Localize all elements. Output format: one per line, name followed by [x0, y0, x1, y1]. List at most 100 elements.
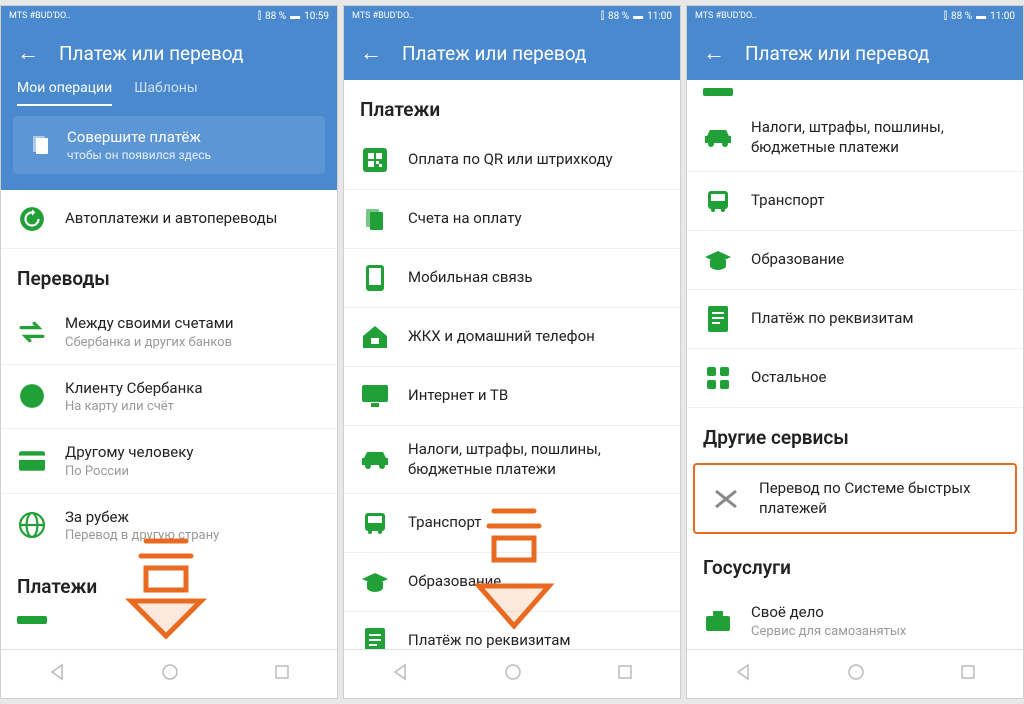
car-icon [360, 445, 390, 475]
item-label: Платёж по реквизитам [408, 631, 664, 649]
vibrate-icon: ⫿ [601, 11, 604, 22]
autopay-item[interactable]: Автоплатежи и автопереводы [1, 190, 337, 249]
battery: 88 % [608, 11, 629, 22]
own-accounts-item[interactable]: Между своими счетами Сбербанка и других … [1, 300, 337, 365]
back-arrow-icon[interactable]: ← [360, 40, 382, 66]
taxes-item[interactable]: Налоги, штрафы, пошлины, бюджетные плате… [687, 104, 1023, 172]
nav-home-icon[interactable] [160, 662, 180, 686]
nav-home-icon[interactable] [503, 662, 523, 686]
abroad-item[interactable]: За рубеж Перевод в другую страну [1, 494, 337, 558]
battery-icon: ▬ [290, 11, 300, 22]
item-label: За рубеж [65, 508, 321, 528]
own-business-item[interactable]: Своё дело Сервис для самозанятых [687, 589, 1023, 649]
promo-banner[interactable]: Совершите платёж чтобы он появился здесь [13, 116, 325, 174]
item-label: Платёж по реквизитам [751, 309, 1007, 329]
requisites-item[interactable]: Платёж по реквизитам [687, 290, 1023, 349]
section-payments: Платежи [1, 557, 337, 608]
partial-item [1, 608, 337, 632]
section-gosuslugi: Госуслуги [687, 538, 1023, 589]
bus-icon [360, 508, 390, 538]
carrier: MTS #BUD'DO.. [9, 11, 70, 21]
item-sub: Перевод в другую страну [65, 528, 321, 543]
item-sub: Сбербанка и других банков [65, 335, 321, 350]
item-label: Другому человеку [65, 443, 321, 463]
receipt-icon [27, 131, 55, 159]
sber-client-item[interactable]: Клиенту Сбербанка На карту или счёт [1, 365, 337, 430]
document-icon [360, 626, 390, 649]
briefcase-icon [703, 606, 733, 636]
battery: 88 % [951, 11, 972, 22]
item-label: Образование [751, 250, 1007, 270]
item-label: Автоплатежи и автопереводы [65, 209, 321, 229]
sbp-item[interactable]: Перевод по Системе быстрых платежей [695, 465, 1015, 532]
nav-back-icon[interactable] [47, 662, 67, 686]
tab-operations[interactable]: Мои операции [17, 80, 112, 106]
header: ← Платеж или перевод [344, 26, 680, 80]
item-label: Клиенту Сбербанка [65, 379, 321, 399]
partial-icon [703, 88, 733, 96]
nav-back-icon[interactable] [733, 662, 753, 686]
requisites-item[interactable]: Платёж по реквизитам [344, 612, 680, 649]
promo-sub: чтобы он появился здесь [67, 148, 211, 162]
item-label: Своё дело [751, 603, 1007, 623]
status-bar: MTS #BUD'DO.. ⫿ 88 % ▬ 11:00 [687, 6, 1023, 26]
carrier: MTS #BUD'DO.. [352, 11, 413, 21]
receipt-icon [360, 204, 390, 234]
nav-bar [344, 649, 680, 698]
nav-recent-icon[interactable] [273, 663, 291, 685]
tabs: Мои операции Шаблоны [1, 80, 337, 116]
nav-back-icon[interactable] [390, 662, 410, 686]
education-item[interactable]: Образование [687, 231, 1023, 290]
item-label: Мобильная связь [408, 268, 664, 288]
tab-templates[interactable]: Шаблоны [134, 80, 198, 106]
nav-bar [687, 649, 1023, 698]
battery-icon: ▬ [976, 11, 986, 22]
transport-item[interactable]: Транспорт [344, 494, 680, 553]
item-label: Перевод по Системе быстрых платежей [759, 479, 999, 518]
back-arrow-icon[interactable]: ← [17, 40, 39, 66]
item-label: Интернет и ТВ [408, 386, 664, 406]
swap-icon [17, 317, 47, 347]
partial-icon [17, 616, 47, 624]
header: ← Платеж или перевод [1, 26, 337, 80]
item-label: Образование [408, 572, 664, 592]
mobile-item[interactable]: Мобильная связь [344, 249, 680, 308]
education-icon [360, 567, 390, 597]
section-transfers: Переводы [1, 249, 337, 300]
section-other-services: Другие сервисы [687, 408, 1023, 459]
page-title: Платеж или перевод [59, 42, 243, 65]
partial-item [687, 80, 1023, 104]
phone-screen-2: MTS #BUD'DO.. ⫿ 88 % ▬ 11:00 ← Платеж ил… [343, 5, 681, 699]
time: 11:00 [647, 11, 672, 22]
header: ← Платеж или перевод [687, 26, 1023, 80]
vibrate-icon: ⫿ [944, 11, 947, 22]
nav-recent-icon[interactable] [959, 663, 977, 685]
item-label: Транспорт [751, 191, 1007, 211]
qr-item[interactable]: Оплата по QR или штрихкоду [344, 131, 680, 190]
battery-icon: ▬ [633, 11, 643, 22]
education-item[interactable]: Образование [344, 553, 680, 612]
internet-item[interactable]: Интернет и ТВ [344, 367, 680, 426]
document-icon [703, 304, 733, 334]
page-title: Платеж или перевод [745, 42, 929, 65]
bills-item[interactable]: Счета на оплату [344, 190, 680, 249]
vibrate-icon: ⫿ [258, 11, 261, 22]
phone-screen-1: MTS #BUD'DO.. ⫿ 88 % ▬ 10:59 ← Платеж ил… [0, 5, 338, 699]
taxes-item[interactable]: Налоги, штрафы, пошлины, бюджетные плате… [344, 426, 680, 494]
item-label: ЖКХ и домашний телефон [408, 327, 664, 347]
carrier: MTS #BUD'DO.. [695, 11, 756, 21]
phone-screen-3: MTS #BUD'DO.. ⫿ 88 % ▬ 11:00 ← Платеж ил… [686, 5, 1024, 699]
item-sub: Сервис для самозанятых [751, 624, 1007, 639]
item-label: Налоги, штрафы, пошлины, бюджетные плате… [751, 118, 1007, 157]
nav-recent-icon[interactable] [616, 663, 634, 685]
globe-icon [17, 510, 47, 540]
transport-item[interactable]: Транспорт [687, 172, 1023, 231]
sbp-icon [711, 484, 741, 514]
page-title: Платеж или перевод [402, 42, 586, 65]
utilities-item[interactable]: ЖКХ и домашний телефон [344, 308, 680, 367]
back-arrow-icon[interactable]: ← [703, 40, 725, 66]
nav-home-icon[interactable] [846, 662, 866, 686]
other-item[interactable]: Остальное [687, 349, 1023, 408]
other-person-item[interactable]: Другому человеку По России [1, 429, 337, 494]
item-label: Между своими счетами [65, 314, 321, 334]
